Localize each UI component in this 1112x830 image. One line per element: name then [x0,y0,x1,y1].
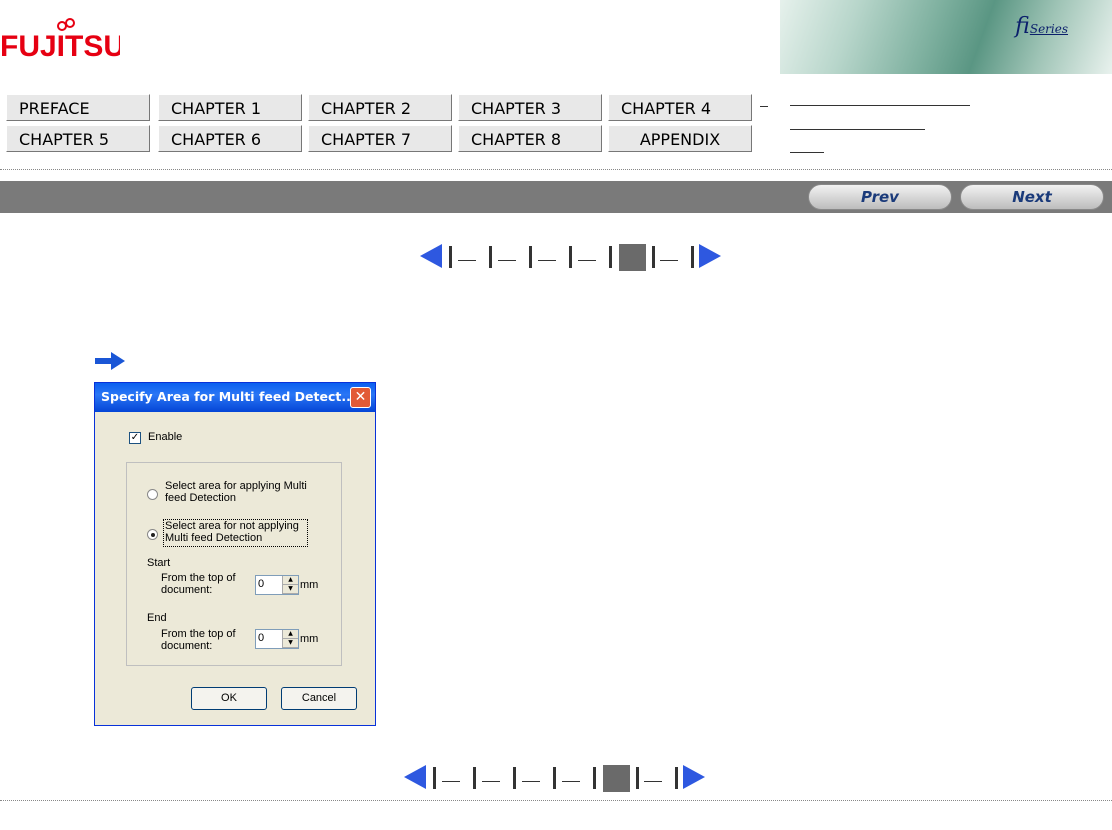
enable-checkbox[interactable]: ✓ [129,432,141,444]
pager-separator [652,246,655,268]
fujitsu-logo: FUJITSU [0,18,120,62]
pager-separator [569,246,572,268]
pager-page-link[interactable] [442,781,460,782]
radio-apply-label-line1: Select area for applying Multi [165,480,307,492]
pager-current-page [603,765,630,792]
pager-separator [691,246,694,268]
pager-page-link[interactable] [562,781,580,782]
next-button[interactable]: Next [960,184,1104,210]
pager-page-link[interactable] [498,260,516,261]
chapter-tab-2[interactable]: CHAPTER 2 [308,94,452,121]
pager-separator [489,246,492,268]
divider [0,800,1112,801]
page-pager-top [420,244,730,271]
start-value: 0 [258,578,265,590]
fi-series-banner: fiSeries [780,0,1112,74]
divider [0,169,1112,170]
pager-separator [529,246,532,268]
start-unit: mm [300,579,319,591]
pager-separator [449,246,452,268]
end-spinbox[interactable]: 0 ▲ ▼ [255,629,299,649]
end-spin-buttons[interactable]: ▲ ▼ [282,630,298,648]
svg-text:FUJITSU: FUJITSU [0,30,120,62]
multifeed-area-dialog: Specify Area for Multi feed Detect... ✕ … [94,382,376,726]
page-pager-bottom [404,765,714,792]
pager-separator [473,767,476,789]
enable-label: Enable [148,431,183,443]
start-from-top-line2: document: [161,584,213,596]
chapter-tab-4[interactable]: CHAPTER 4 [608,94,752,121]
pager-prev-arrow-icon[interactable] [420,244,442,268]
right-arrow-icon [95,352,125,370]
pager-page-link[interactable] [522,781,540,782]
header-link-1[interactable] [790,105,970,106]
header-link-2[interactable] [790,129,925,130]
dialog-titlebar[interactable]: Specify Area for Multi feed Detect... ✕ [95,383,375,412]
pager-page-link[interactable] [660,260,678,261]
pager-separator [609,246,612,268]
pager-next-arrow-icon[interactable] [699,244,721,268]
banner-series-text: Series [1029,22,1068,36]
pager-separator [553,767,556,789]
pager-page-link[interactable] [538,260,556,261]
pager-separator [593,767,596,789]
end-value: 0 [258,632,265,644]
pager-next-arrow-icon[interactable] [683,765,705,789]
pager-page-link[interactable] [578,260,596,261]
chapter-tab-appendix[interactable]: APPENDIX [608,125,752,152]
end-from-top-line2: document: [161,640,213,652]
pager-separator [513,767,516,789]
chapter-tab-preface[interactable]: PREFACE [6,94,150,121]
chapter-tab-7[interactable]: CHAPTER 7 [308,125,452,152]
pager-page-link[interactable] [482,781,500,782]
ok-button[interactable]: OK [191,687,267,710]
pager-separator [433,767,436,789]
radio-not-apply-area[interactable] [147,529,158,540]
end-unit: mm [300,633,319,645]
radio-not-apply-label-line1: Select area for not applying [165,520,299,532]
chapter-tab-1[interactable]: CHAPTER 1 [158,94,302,121]
end-label: End [147,612,167,624]
radio-apply-label-line2: feed Detection [165,492,236,504]
pager-page-link[interactable] [458,260,476,261]
radio-apply-area[interactable] [147,489,158,500]
start-spin-buttons[interactable]: ▲ ▼ [282,576,298,594]
chapter-tab-6[interactable]: CHAPTER 6 [158,125,302,152]
chapter-tab-5[interactable]: CHAPTER 5 [6,125,150,152]
close-icon[interactable]: ✕ [350,387,371,408]
link-stub [760,106,768,107]
pager-separator [675,767,678,789]
start-from-top-line1: From the top of [161,572,236,584]
prev-button[interactable]: Prev [808,184,952,210]
cancel-button[interactable]: Cancel [281,687,357,710]
start-label: Start [147,557,171,569]
banner-fi-text: fi [1015,14,1030,39]
header-link-3[interactable] [790,152,824,153]
pager-current-page [619,244,646,271]
chapter-tab-8[interactable]: CHAPTER 8 [458,125,602,152]
chapter-tab-3[interactable]: CHAPTER 3 [458,94,602,121]
pager-separator [636,767,639,789]
pager-prev-arrow-icon[interactable] [404,765,426,789]
start-spinbox[interactable]: 0 ▲ ▼ [255,575,299,595]
end-from-top-line1: From the top of [161,628,236,640]
radio-not-apply-label-line2: Multi feed Detection [165,532,263,544]
pager-page-link[interactable] [644,781,662,782]
dialog-title: Specify Area for Multi feed Detect... [101,389,356,404]
